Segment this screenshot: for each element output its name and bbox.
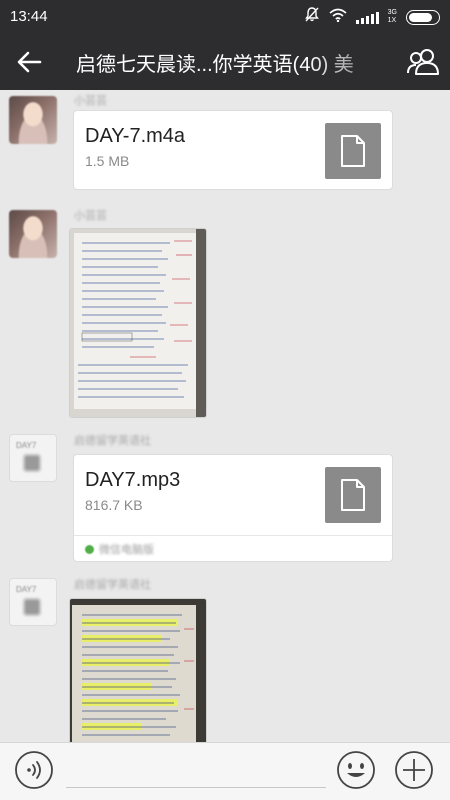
title-bar: 启德七天晨读...你学英语(40) 美 [0, 34, 450, 90]
sender-name: 启德留学英语社 [74, 435, 151, 447]
group-members-button[interactable] [406, 46, 440, 78]
divider [74, 535, 392, 536]
file-size: 1.5 MB [85, 153, 130, 169]
plus-icon [395, 751, 433, 789]
back-button[interactable] [14, 47, 46, 77]
arrow-left-icon [17, 51, 42, 73]
file-name: DAY7.mp3 [85, 469, 181, 491]
notebook-photo [70, 599, 206, 742]
emoji-button[interactable] [336, 750, 376, 790]
file-source: 微信电脑版 [85, 541, 154, 557]
image-message[interactable] [69, 598, 207, 742]
file-name: DAY-7.m4a [85, 125, 186, 147]
wifi-icon [329, 8, 347, 27]
status-icons: 3G 1X [304, 6, 440, 28]
status-time: 13:44 [10, 8, 48, 25]
battery-icon [406, 9, 440, 25]
file-source-label: 微信电脑版 [99, 544, 154, 556]
group-members-icon [407, 49, 439, 75]
chat-title: 启德七天晨读...你学英语(40) 美 [76, 54, 354, 76]
emoji-icon [337, 751, 375, 789]
bell-off-icon [304, 6, 320, 28]
notebook-photo [70, 229, 206, 417]
voice-icon [15, 751, 53, 789]
wechat-pc-icon [85, 544, 94, 554]
message-input[interactable] [66, 787, 326, 788]
file-message[interactable]: DAY7.mp3 816.7 KB 微信电脑版 [73, 454, 393, 562]
avatar[interactable]: DAY7 [9, 578, 57, 626]
avatar[interactable]: DAY7 [9, 434, 57, 482]
status-bar: 13:44 3G 1X [0, 0, 450, 34]
voice-button[interactable] [14, 750, 54, 790]
document-icon [325, 467, 381, 523]
document-icon [325, 123, 381, 179]
signal-icon [355, 10, 379, 24]
network-sub-label: 1X [387, 17, 397, 24]
avatar[interactable] [9, 210, 57, 258]
network-type: 3G 1X [388, 9, 397, 25]
sender-name: 小芸芸 [74, 95, 107, 107]
network-type-label: 3G [387, 9, 397, 16]
avatar[interactable] [9, 96, 57, 144]
chat-message-list[interactable]: 小芸芸 DAY-7.m4a 1.5 MB 小芸芸 DAY7 启德留学英语社 DA… [0, 90, 450, 742]
more-button[interactable] [394, 750, 434, 790]
input-bar [0, 742, 450, 800]
file-size: 816.7 KB [85, 497, 143, 513]
sender-name: 启德留学英语社 [74, 579, 151, 591]
image-message[interactable] [69, 228, 207, 418]
file-message[interactable]: DAY-7.m4a 1.5 MB [73, 110, 393, 190]
sender-name: 小芸芸 [74, 210, 107, 222]
